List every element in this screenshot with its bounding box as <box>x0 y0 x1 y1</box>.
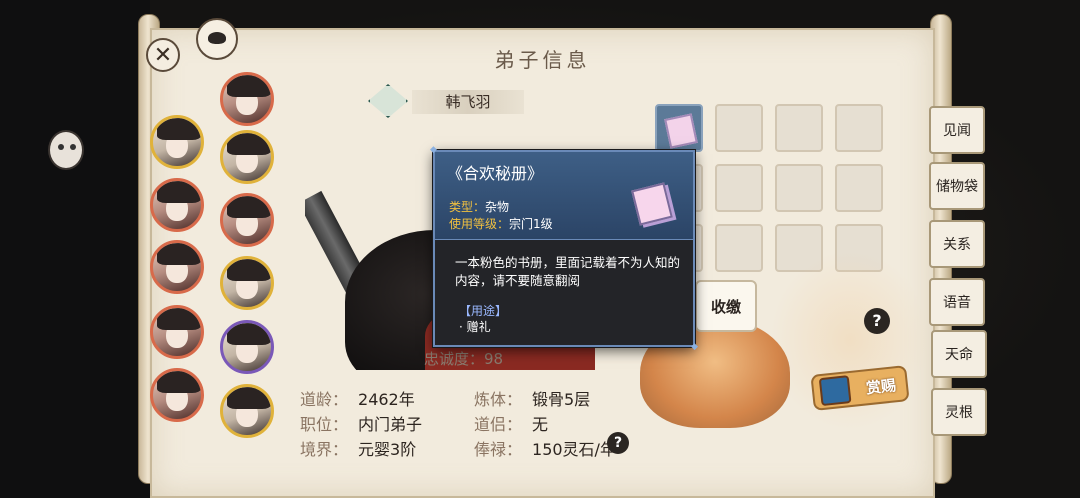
tab-knowledge[interactable]: 见闻 <box>929 106 985 154</box>
disciple-avatar[interactable] <box>220 384 274 438</box>
reward-chest-icon <box>818 375 852 407</box>
loyalty-value: 98 <box>484 350 504 368</box>
loyalty-label: 忠诚度： <box>424 350 485 368</box>
disciple-avatar[interactable] <box>150 368 204 422</box>
background-left <box>0 0 150 498</box>
disciple-avatar[interactable] <box>150 115 204 169</box>
loyalty-text: 忠诚度：98 <box>424 348 503 369</box>
game-screen: 弟子信息 ✕ 韩飞羽 忠诚度：98 道龄： 2462年 炼体： 锻骨5层 职位： 内门… <box>0 0 1080 498</box>
reward-label: 赏赐 <box>865 375 897 397</box>
help-icon[interactable]: ? <box>607 432 629 454</box>
book-icon <box>631 182 673 226</box>
inventory-slot[interactable] <box>835 104 883 152</box>
panel-title: 弟子信息 <box>494 48 591 72</box>
item-level: 使用等级：宗门1级 <box>449 217 553 231</box>
disciple-avatar[interactable] <box>150 305 204 359</box>
disciple-avatar[interactable] <box>150 240 204 294</box>
stat-realm: 境界： 元婴3阶 <box>300 440 417 459</box>
disciple-avatar[interactable] <box>220 320 274 374</box>
stat-position: 职位： 内门弟子 <box>300 415 423 434</box>
confiscate-button[interactable]: 收缴 <box>695 280 757 332</box>
disciple-avatar[interactable] <box>150 178 204 232</box>
stat-body-refining: 炼体： 锻骨5层 <box>474 390 591 409</box>
item-title: 《合欢秘册》 <box>447 164 544 183</box>
tab-relations[interactable]: 关系 <box>929 220 985 268</box>
close-icon[interactable]: ✕ <box>146 38 180 72</box>
tab-spirit-root[interactable]: 灵根 <box>931 388 987 436</box>
inventory-slot[interactable] <box>715 164 763 212</box>
inventory-slot[interactable] <box>835 164 883 212</box>
item-type: 类型：杂物 <box>449 200 510 214</box>
character-name: 韩飞羽 <box>412 90 524 114</box>
inventory-slot-book[interactable] <box>655 104 703 152</box>
disciple-avatar[interactable] <box>220 72 274 126</box>
inventory-slot[interactable] <box>715 224 763 272</box>
item-description: 一本粉色的书册，里面记载着不为人知的内容，请不要随意翻阅 <box>455 255 681 288</box>
disciple-avatar[interactable] <box>220 130 274 184</box>
inventory-slot[interactable] <box>715 104 763 152</box>
tab-storage-bag[interactable]: 储物袋 <box>929 162 985 210</box>
tooltip-header: 《合欢秘册》 类型：杂物 使用等级：宗门1级 <box>435 152 693 240</box>
mascot-icon[interactable] <box>48 130 84 170</box>
item-tooltip: 《合欢秘册》 类型：杂物 使用等级：宗门1级 一本粉色的书册，里面记载着不为人知… <box>430 145 698 352</box>
tab-voice[interactable]: 语音 <box>929 278 985 326</box>
emblem-icon <box>196 18 238 60</box>
stat-dao-age: 道龄： 2462年 <box>300 390 415 409</box>
inventory-slot[interactable] <box>775 164 823 212</box>
item-use-header: 【用途】 <box>459 304 508 318</box>
stat-salary: 俸禄： 150灵石/年 <box>474 440 616 459</box>
inventory-slot[interactable] <box>775 104 823 152</box>
stat-partner: 道侣：无 <box>474 415 549 434</box>
item-use-entry: · 赠礼 <box>459 320 491 334</box>
disciple-avatar[interactable] <box>220 193 274 247</box>
disciple-avatar[interactable] <box>220 256 274 310</box>
help-icon[interactable]: ? <box>864 308 890 334</box>
tab-destiny[interactable]: 天命 <box>931 330 987 378</box>
